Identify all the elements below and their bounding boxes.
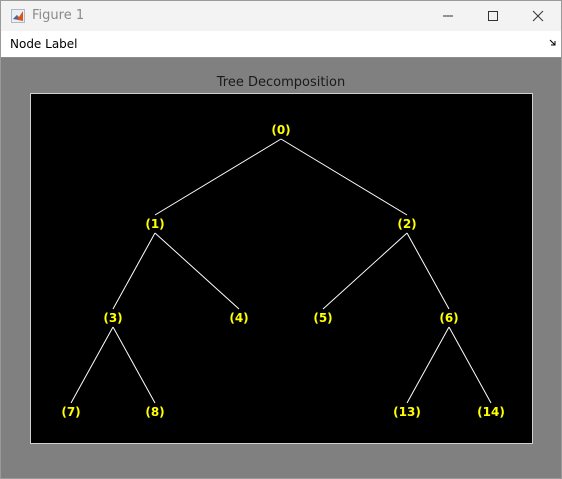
tree-node-8[interactable]: (8) bbox=[145, 405, 164, 419]
minimize-icon bbox=[443, 15, 453, 17]
tree-edge-6-14 bbox=[448, 326, 492, 404]
close-icon bbox=[532, 10, 544, 22]
tree-node-1[interactable]: (1) bbox=[145, 217, 164, 231]
minimize-button[interactable] bbox=[425, 1, 471, 31]
node-label-dropdown[interactable] bbox=[79, 33, 561, 55]
maximize-icon bbox=[488, 11, 498, 21]
tree-edge-2-5 bbox=[322, 232, 408, 310]
node-label-text: Node Label bbox=[10, 37, 78, 51]
window-title: Figure 1 bbox=[32, 8, 85, 23]
title-bar[interactable]: Figure 1 bbox=[1, 1, 561, 31]
chevron-down-icon bbox=[549, 39, 556, 46]
tree-edge-3-7 bbox=[70, 326, 114, 404]
tree-edge-1-4 bbox=[154, 232, 240, 310]
plot-axes[interactable]: (0) (1) (2) (3) (4) (5) (6) (7) (8) (13) (14) bbox=[30, 93, 533, 444]
plot-title: Tree Decomposition bbox=[216, 75, 346, 90]
tree-node-3[interactable]: (3) bbox=[103, 311, 122, 325]
tree-node-7[interactable]: (7) bbox=[61, 405, 80, 419]
tree-edge-6-13 bbox=[406, 326, 450, 404]
tree-edge-1-3 bbox=[112, 232, 156, 310]
maximize-button[interactable] bbox=[470, 1, 516, 31]
figure-area: Tree Decomposition (0) (1) (2) (3) (4) (5) (6)… bbox=[1, 58, 561, 478]
tree-node-0[interactable]: (0) bbox=[271, 123, 290, 137]
tree-node-5[interactable]: (5) bbox=[313, 311, 332, 325]
tree-edge-2-6 bbox=[406, 232, 450, 310]
tree-node-14[interactable]: (14) bbox=[477, 405, 505, 419]
tree-node-6[interactable]: (6) bbox=[439, 311, 458, 325]
tree-node-13[interactable]: (13) bbox=[393, 405, 421, 419]
tree-diagram: (0) (1) (2) (3) (4) (5) (6) (7) (8) (13) (14) bbox=[61, 123, 505, 419]
tree-edge-0-1 bbox=[154, 138, 282, 216]
matlab-icon bbox=[11, 9, 25, 23]
tree-node-4[interactable]: (4) bbox=[229, 311, 248, 325]
node-label-toolbar: Node Label bbox=[1, 31, 561, 58]
tree-edge-0-2 bbox=[280, 138, 408, 216]
tree-edge-3-8 bbox=[112, 326, 156, 404]
close-button[interactable] bbox=[515, 1, 561, 31]
figure-window: Figure 1 Node Label Tree Decomposition (… bbox=[0, 0, 562, 479]
tree-node-2[interactable]: (2) bbox=[397, 217, 416, 231]
